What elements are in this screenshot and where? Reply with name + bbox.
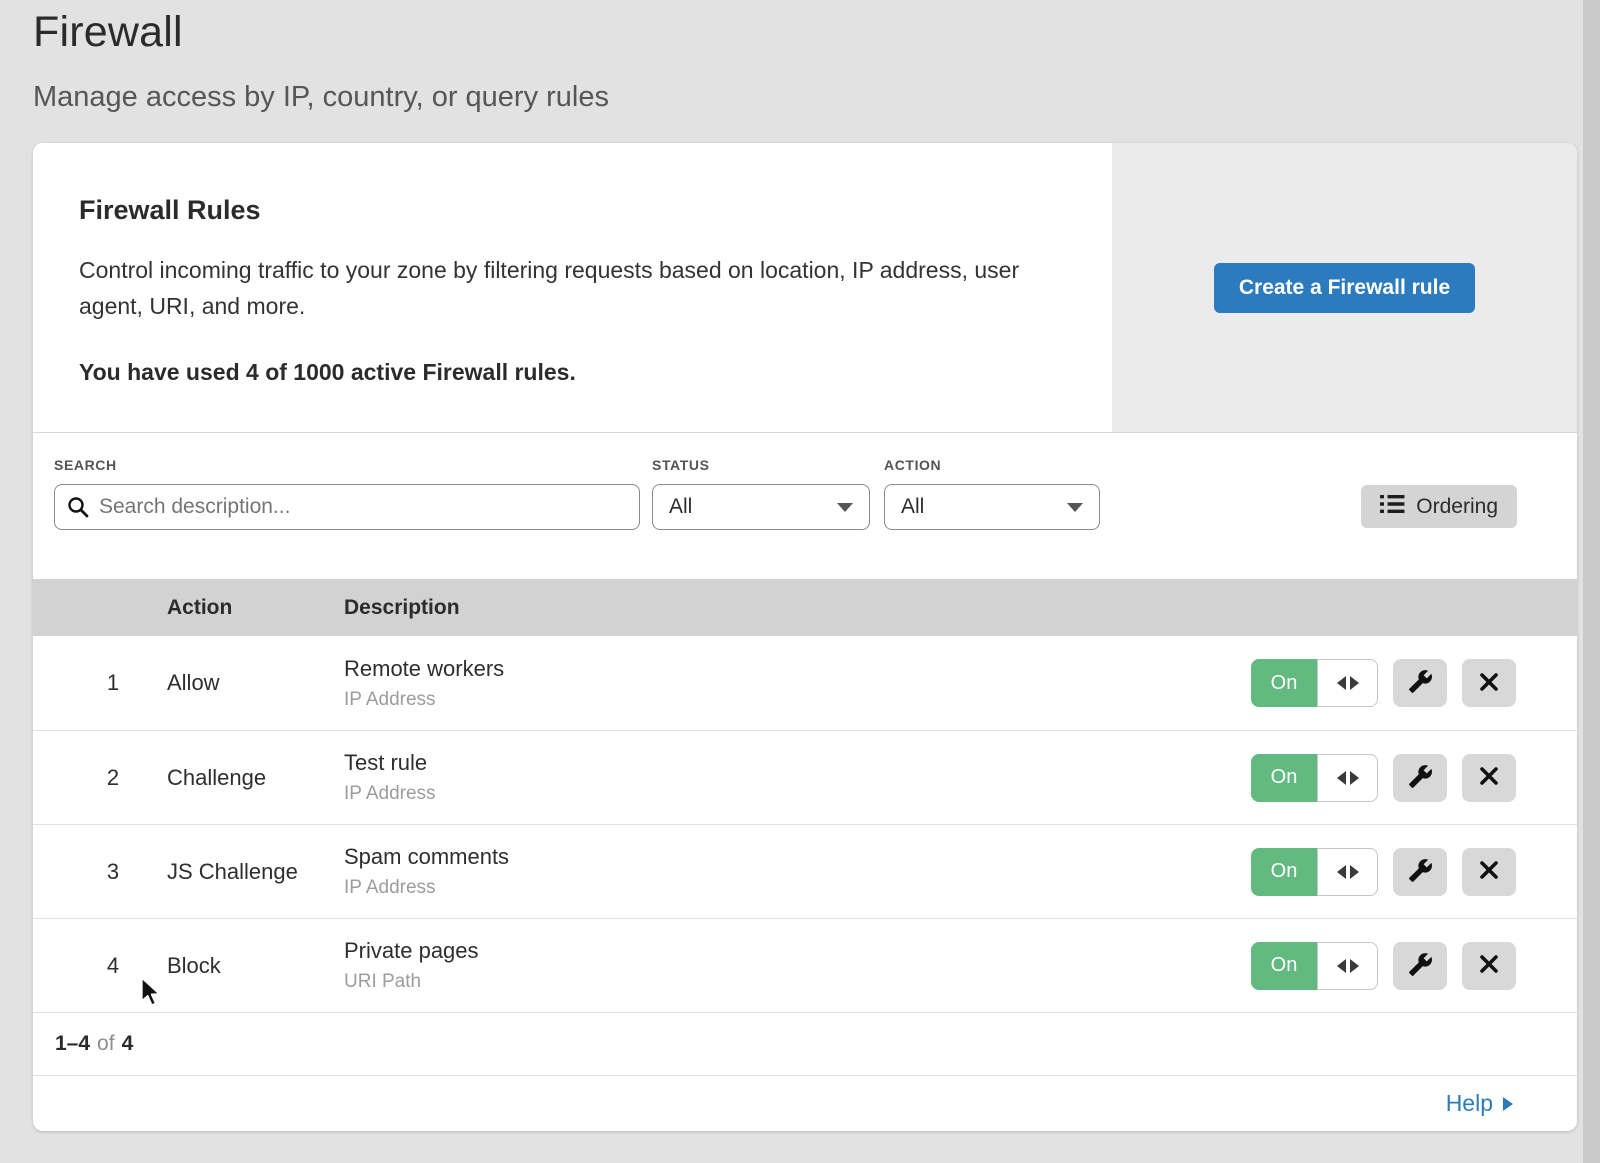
toggle-on-label: On bbox=[1251, 942, 1317, 990]
pagination-of: of bbox=[97, 1032, 115, 1056]
toggle-arrows-icon bbox=[1317, 754, 1378, 802]
usage-text: You have used 4 of 1000 active Firewall … bbox=[79, 359, 1112, 386]
rule-action: Challenge bbox=[167, 765, 320, 791]
status-selected-value: All bbox=[669, 495, 692, 519]
close-icon bbox=[1478, 765, 1500, 790]
status-select[interactable]: All bbox=[652, 484, 870, 530]
row-controls: On bbox=[1251, 942, 1516, 990]
rule-description: Private pages URI Path bbox=[344, 938, 1251, 993]
help-label: Help bbox=[1446, 1090, 1493, 1117]
search-icon bbox=[67, 496, 89, 523]
rule-description: Test rule IP Address bbox=[344, 750, 1251, 805]
chevron-down-icon bbox=[837, 503, 853, 512]
delete-rule-button[interactable] bbox=[1462, 754, 1516, 802]
column-header-action: Action bbox=[167, 596, 344, 620]
wrench-icon bbox=[1408, 669, 1433, 697]
rule-type: IP Address bbox=[344, 877, 1251, 899]
rule-priority: 2 bbox=[83, 765, 143, 791]
help-link[interactable]: Help bbox=[1446, 1090, 1513, 1117]
search-group: SEARCH bbox=[54, 457, 640, 530]
ordering-button[interactable]: Ordering bbox=[1361, 485, 1517, 528]
rule-action: Block bbox=[167, 953, 320, 979]
rule-description: Remote workers IP Address bbox=[344, 656, 1251, 711]
rule-action: Allow bbox=[167, 670, 320, 696]
rule-title: Remote workers bbox=[344, 656, 1251, 682]
action-select[interactable]: All bbox=[884, 484, 1100, 530]
action-label: ACTION bbox=[884, 457, 1100, 473]
delete-rule-button[interactable] bbox=[1462, 659, 1516, 707]
rule-priority: 4 bbox=[83, 953, 143, 979]
table-row: 3 JS Challenge Spam comments IP Address … bbox=[33, 824, 1577, 918]
intro-section: Firewall Rules Control incoming traffic … bbox=[33, 143, 1112, 432]
wrench-icon bbox=[1408, 764, 1433, 792]
help-row: Help bbox=[33, 1075, 1577, 1131]
rule-enabled-toggle[interactable]: On bbox=[1251, 659, 1378, 707]
toggle-arrows-icon bbox=[1317, 848, 1378, 896]
row-controls: On bbox=[1251, 754, 1516, 802]
action-selected-value: All bbox=[901, 495, 924, 519]
status-filter-group: STATUS All bbox=[652, 457, 870, 530]
chevron-down-icon bbox=[1067, 503, 1083, 512]
status-label: STATUS bbox=[652, 457, 870, 473]
rule-description: Spam comments IP Address bbox=[344, 844, 1251, 899]
table-row: 1 Allow Remote workers IP Address On bbox=[33, 636, 1577, 730]
delete-rule-button[interactable] bbox=[1462, 848, 1516, 896]
table-row: 4 Block Private pages URI Path On bbox=[33, 918, 1577, 1012]
rule-enabled-toggle[interactable]: On bbox=[1251, 848, 1378, 896]
rule-priority: 3 bbox=[83, 859, 143, 885]
rule-action: JS Challenge bbox=[167, 859, 320, 885]
rule-priority: 1 bbox=[83, 670, 143, 696]
close-icon bbox=[1478, 859, 1500, 884]
rule-type: URI Path bbox=[344, 971, 1251, 993]
rule-type: IP Address bbox=[344, 689, 1251, 711]
wrench-icon bbox=[1408, 858, 1433, 886]
toggle-on-label: On bbox=[1251, 754, 1317, 802]
rule-title: Spam comments bbox=[344, 844, 1251, 870]
row-controls: On bbox=[1251, 848, 1516, 896]
toggle-on-label: On bbox=[1251, 659, 1317, 707]
filters-bar: SEARCH STATUS All ACTION All bbox=[33, 433, 1577, 579]
caret-right-icon bbox=[1503, 1097, 1513, 1111]
table-header: Action Description bbox=[33, 579, 1577, 636]
search-input[interactable] bbox=[54, 484, 640, 530]
create-rule-panel: Create a Firewall rule bbox=[1112, 143, 1577, 432]
rule-title: Private pages bbox=[344, 938, 1251, 964]
edit-rule-button[interactable] bbox=[1393, 659, 1447, 707]
table-row: 2 Challenge Test rule IP Address On bbox=[33, 730, 1577, 824]
toggle-arrows-icon bbox=[1317, 659, 1378, 707]
wrench-icon bbox=[1408, 952, 1433, 980]
toggle-on-label: On bbox=[1251, 848, 1317, 896]
edit-rule-button[interactable] bbox=[1393, 848, 1447, 896]
window-edge bbox=[1583, 0, 1600, 1163]
close-icon bbox=[1478, 671, 1500, 696]
column-header-description: Description bbox=[344, 596, 460, 620]
pagination-footer: 1–4 of 4 bbox=[33, 1012, 1577, 1075]
section-description: Control incoming traffic to your zone by… bbox=[79, 252, 1029, 324]
pagination-total: 4 bbox=[122, 1032, 134, 1056]
row-controls: On bbox=[1251, 659, 1516, 707]
delete-rule-button[interactable] bbox=[1462, 942, 1516, 990]
ordering-list-icon bbox=[1380, 493, 1405, 521]
create-firewall-rule-button[interactable]: Create a Firewall rule bbox=[1214, 263, 1475, 313]
edit-rule-button[interactable] bbox=[1393, 754, 1447, 802]
page-title: Firewall bbox=[33, 8, 609, 57]
ordering-label: Ordering bbox=[1416, 495, 1498, 519]
edit-rule-button[interactable] bbox=[1393, 942, 1447, 990]
pagination-range: 1–4 bbox=[55, 1032, 90, 1056]
rule-enabled-toggle[interactable]: On bbox=[1251, 942, 1378, 990]
action-filter-group: ACTION All bbox=[884, 457, 1100, 530]
close-icon bbox=[1478, 953, 1500, 978]
page-header: Firewall Manage access by IP, country, o… bbox=[33, 8, 609, 114]
toggle-arrows-icon bbox=[1317, 942, 1378, 990]
card-top-section: Firewall Rules Control incoming traffic … bbox=[33, 143, 1577, 433]
firewall-rules-card: Firewall Rules Control incoming traffic … bbox=[33, 143, 1577, 1131]
search-label: SEARCH bbox=[54, 457, 640, 473]
rule-title: Test rule bbox=[344, 750, 1251, 776]
rule-enabled-toggle[interactable]: On bbox=[1251, 754, 1378, 802]
rule-type: IP Address bbox=[344, 783, 1251, 805]
section-heading: Firewall Rules bbox=[79, 195, 1112, 226]
page-subtitle: Manage access by IP, country, or query r… bbox=[33, 81, 609, 114]
